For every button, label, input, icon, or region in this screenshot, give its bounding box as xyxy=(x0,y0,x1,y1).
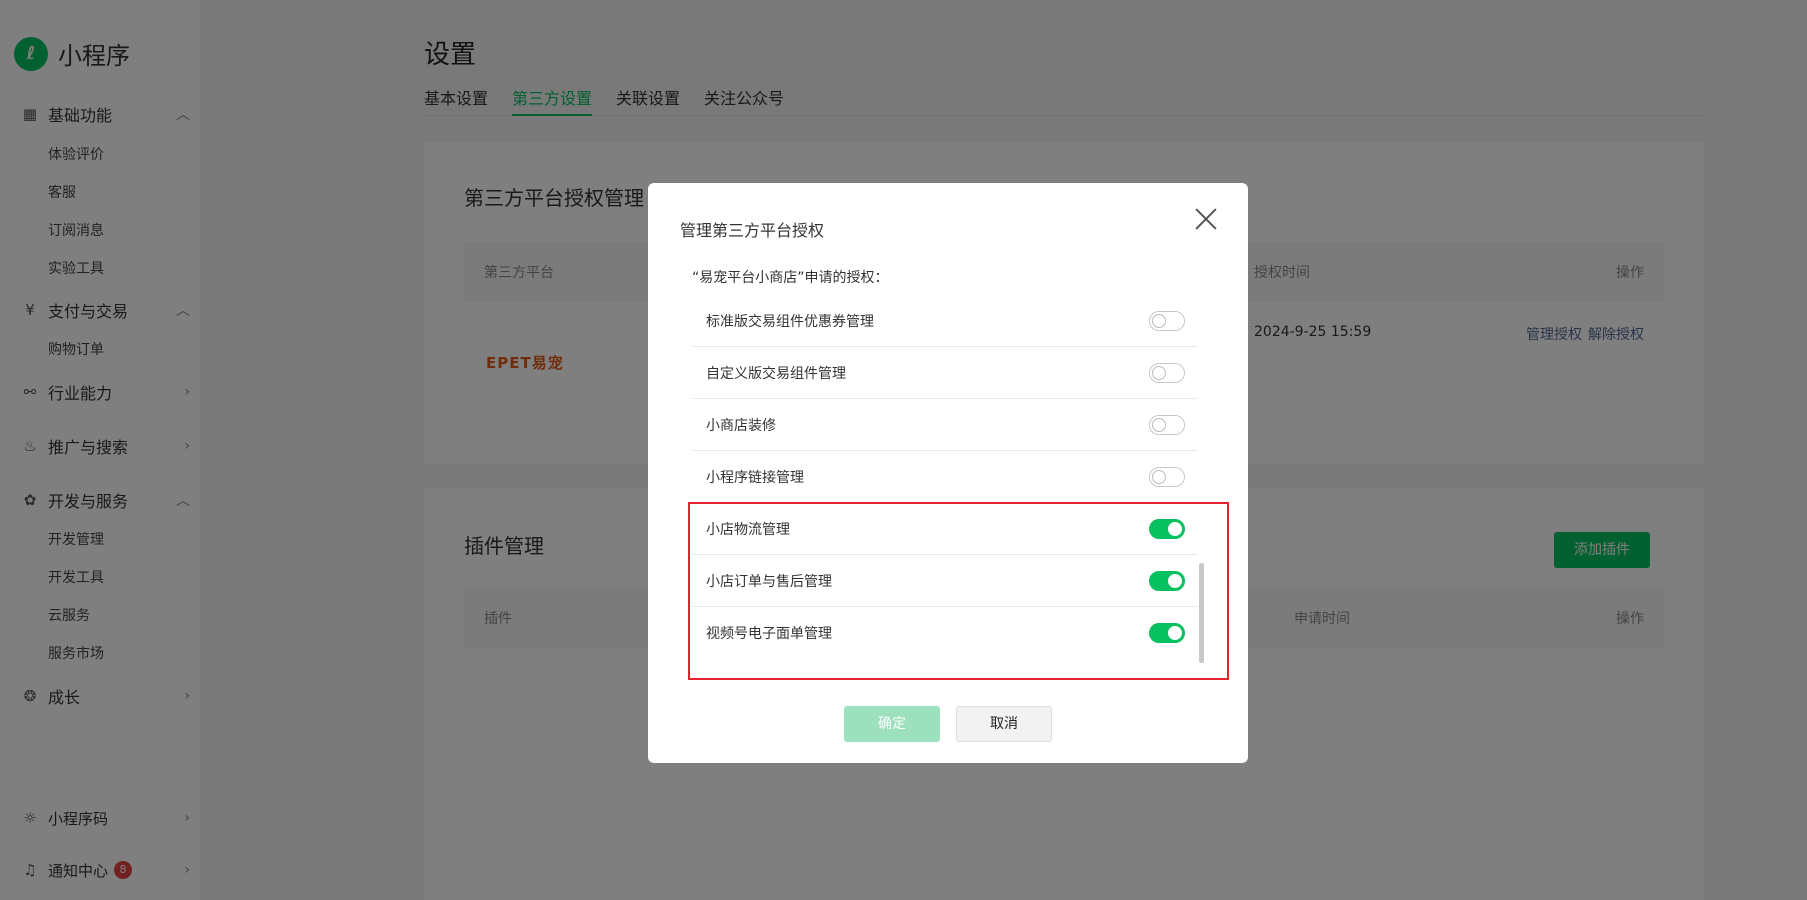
toggle-knob xyxy=(1152,314,1166,328)
permission-toggle[interactable] xyxy=(1149,311,1185,331)
toggle-knob xyxy=(1152,418,1166,432)
manage-auth-dialog: 管理第三方平台授权 “易宠平台小商店”申请的授权： 标准版交易组件优惠券管理 自… xyxy=(648,183,1248,763)
toggle-knob xyxy=(1152,366,1166,380)
toggle-knob xyxy=(1152,470,1166,484)
permission-label: 小商店装修 xyxy=(706,417,776,434)
dialog-title: 管理第三方平台授权 xyxy=(680,221,825,240)
permission-item: 标准版交易组件优惠券管理 xyxy=(692,295,1197,347)
close-icon[interactable] xyxy=(1194,207,1218,231)
confirm-button[interactable]: 确定 xyxy=(844,706,940,742)
permission-toggle[interactable] xyxy=(1149,363,1185,383)
permission-label: 自定义版交易组件管理 xyxy=(706,365,846,382)
permission-item: 自定义版交易组件管理 xyxy=(692,347,1197,399)
permission-item: 小程序链接管理 xyxy=(692,451,1197,503)
permission-toggle[interactable] xyxy=(1149,467,1185,487)
dialog-description: “易宠平台小商店”申请的授权： xyxy=(692,270,889,286)
permission-label: 标准版交易组件优惠券管理 xyxy=(706,313,874,330)
permission-label: 小程序链接管理 xyxy=(706,469,804,486)
permission-item: 小商店装修 xyxy=(692,399,1197,451)
permission-toggle[interactable] xyxy=(1149,415,1185,435)
highlight-box xyxy=(688,502,1229,680)
cancel-button[interactable]: 取消 xyxy=(956,706,1052,742)
